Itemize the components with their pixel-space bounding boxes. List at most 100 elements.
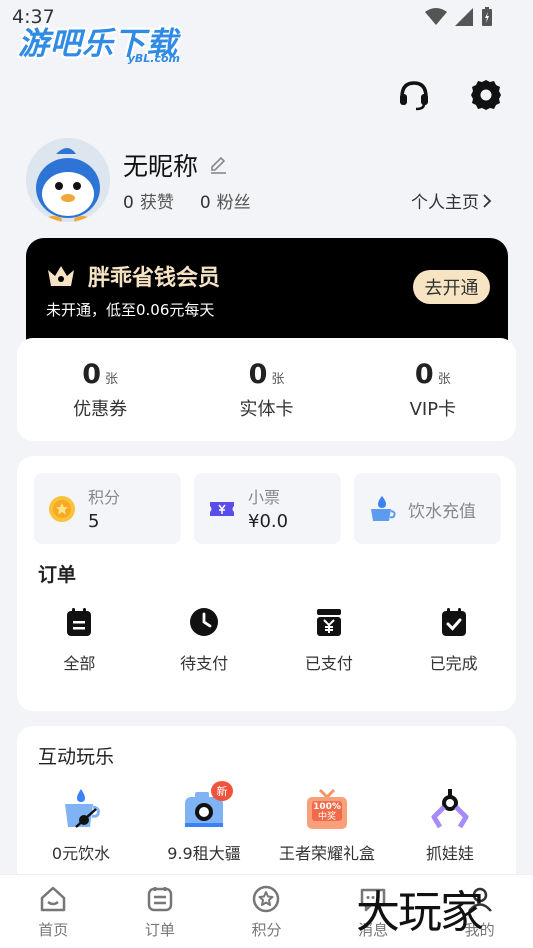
receipt-label: 小票 <box>248 488 281 507</box>
receipt-tile[interactable]: 小票 ¥0.0 <box>194 473 341 544</box>
order-all-icon-wrap <box>63 606 95 638</box>
fans-label: 粉丝 <box>216 193 251 213</box>
physical-card-label: 实体卡 <box>239 399 294 420</box>
fans-stat[interactable]: 0 粉丝 <box>200 188 251 213</box>
ticket-icon <box>210 502 234 516</box>
claw-machine-item[interactable]: 抓娃娃 <box>391 786 509 864</box>
status-icons <box>425 7 493 27</box>
vip-banner[interactable]: 胖乖省钱会员 未开通，低至0.06元每天 去开通 <box>26 238 508 348</box>
water-cup-free-icon <box>65 789 100 828</box>
tab-orders-icon-wrap <box>144 883 176 915</box>
rent-dji-label: 9.9租大疆 <box>167 844 241 863</box>
wallet-row: 积分 5 小票 ¥0.0 饮水充值 <box>34 473 501 544</box>
fun-title: 互动玩乐 <box>38 746 115 768</box>
order-paid[interactable]: 已支付 <box>267 606 392 674</box>
order-status-row: 全部 待支付 已支付 已完成 <box>17 606 516 674</box>
tab-home-icon-wrap <box>37 883 69 915</box>
headset-icon <box>400 81 428 111</box>
gift-box-icon: 100% 中奖 <box>307 788 347 829</box>
order-all-label: 全部 <box>63 654 96 673</box>
physical-card-item[interactable]: 0 张 实体卡 <box>183 338 349 441</box>
honor-of-kings-gift-item[interactable]: 100% 中奖 王者荣耀礼盒 <box>268 786 386 864</box>
fun-row: 0元饮水 新 9.9租大疆 100% 中奖 王者荣耀礼盒 抓娃娃 <box>17 781 516 864</box>
tab-points-label: 积分 <box>251 921 282 939</box>
tab-points[interactable]: 积分 <box>213 875 320 948</box>
settings-button[interactable] <box>469 78 503 112</box>
tickets-card: 0 张 优惠券 0 张 实体卡 0 张 VIP卡 <box>17 338 516 441</box>
watermark-text: 大玩家 <box>356 887 484 938</box>
points-tile[interactable]: 积分 5 <box>34 473 181 544</box>
new-badge: 新 <box>211 781 233 801</box>
physical-card-count: 0 <box>248 359 268 390</box>
profile-section: 无昵称 0 获赞 0 粉丝 个人主页 <box>26 138 508 224</box>
claw-icon-wrap <box>427 786 473 832</box>
crown-icon <box>48 266 74 286</box>
coupon-count: 0 <box>82 359 102 390</box>
homepage-link[interactable]: 个人主页 <box>411 188 492 213</box>
receipt-value: ¥0.0 <box>248 511 289 532</box>
free-water-label: 0元饮水 <box>51 844 111 863</box>
wallet-orders-card: 积分 5 小票 ¥0.0 饮水充值 订单 全部 待支付 已支付 已完成 <box>17 456 516 711</box>
water-recharge-tile[interactable]: 饮水充值 <box>354 473 501 544</box>
clipboard-list-icon <box>67 608 92 636</box>
vip-open-button[interactable]: 去开通 <box>413 270 490 304</box>
free-water-icon-wrap <box>58 786 104 832</box>
clipboard-check-icon <box>441 608 466 636</box>
coin-icon <box>49 496 75 522</box>
watermark-logo: 游吧乐下载 yBL.com <box>18 18 188 68</box>
vip-card-count: 0 <box>414 359 434 390</box>
water-recharge-label: 饮水充值 <box>408 502 476 522</box>
header-actions <box>397 78 503 112</box>
vip-title: 胖乖省钱会员 <box>88 266 221 291</box>
tab-orders-label: 订单 <box>144 921 175 939</box>
order-paid-icon-wrap <box>313 606 345 638</box>
coupon-label: 优惠券 <box>73 399 128 420</box>
clock-icon <box>190 608 219 636</box>
order-completed[interactable]: 已完成 <box>391 606 516 674</box>
nickname-row: 无昵称 <box>123 147 228 183</box>
likes-stat[interactable]: 0 获赞 <box>123 188 174 213</box>
rent-dji-item[interactable]: 新 9.9租大疆 <box>145 781 263 864</box>
order-paid-label: 已支付 <box>304 654 353 673</box>
vip-title-row: 胖乖省钱会员 <box>46 260 220 292</box>
claw-machine-label: 抓娃娃 <box>425 844 474 863</box>
likes-count: 0 <box>123 193 134 213</box>
svg-text:中奖: 中奖 <box>318 810 336 822</box>
yen-wallet-icon <box>316 609 341 636</box>
home-icon <box>41 886 66 912</box>
honor-of-kings-gift-label: 王者荣耀礼盒 <box>278 844 375 863</box>
nickname: 无昵称 <box>123 152 199 181</box>
tab-points-icon-wrap <box>250 883 282 915</box>
star-badge-icon <box>253 885 280 913</box>
order-all[interactable]: 全部 <box>17 606 142 674</box>
profile-stats: 0 获赞 0 粉丝 <box>123 188 251 213</box>
physical-card-unit: 张 <box>271 372 285 387</box>
watermark-logo-sub: yBL.com <box>127 52 180 65</box>
fans-count: 0 <box>199 193 211 213</box>
customer-service-button[interactable] <box>397 78 431 112</box>
tab-orders[interactable]: 订单 <box>107 875 214 948</box>
vip-card-label: VIP卡 <box>409 399 457 420</box>
claw-icon <box>431 789 469 829</box>
order-completed-label: 已完成 <box>429 654 478 673</box>
chevron-right-icon <box>483 193 492 208</box>
coupon-unit: 张 <box>105 372 119 387</box>
water-cup-icon <box>371 496 396 521</box>
tab-home-label: 首页 <box>38 921 69 939</box>
vip-card-count-row: 0 张 <box>415 361 451 389</box>
tab-home[interactable]: 首页 <box>0 875 107 948</box>
points-value: 5 <box>88 511 100 532</box>
free-water-item[interactable]: 0元饮水 <box>22 786 140 864</box>
physical-card-count-row: 0 张 <box>249 361 285 389</box>
rent-dji-icon-wrap: 新 <box>181 781 233 832</box>
orders-title: 订单 <box>38 564 77 586</box>
vip-card-item[interactable]: 0 张 VIP卡 <box>350 338 516 441</box>
signal-icon <box>455 8 473 26</box>
avatar[interactable] <box>26 138 110 222</box>
coupon-item[interactable]: 0 张 优惠券 <box>17 338 183 441</box>
battery-icon <box>482 7 492 26</box>
points-label: 积分 <box>88 488 121 507</box>
edit-icon[interactable] <box>208 155 228 175</box>
wifi-icon <box>425 8 447 25</box>
order-pending-payment[interactable]: 待支付 <box>142 606 267 674</box>
